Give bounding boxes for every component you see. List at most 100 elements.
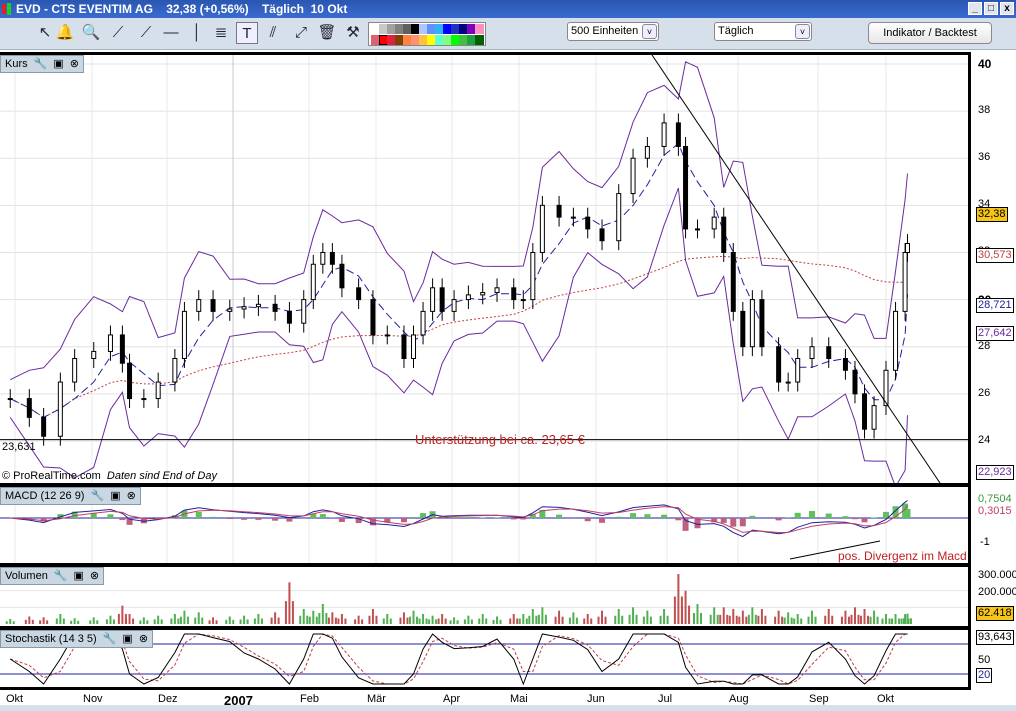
horizontal-line-icon[interactable]: — [160,22,182,44]
fibonacci-icon[interactable]: ≣ [210,22,232,44]
date-label-Mai: Mai [510,693,528,705]
indicator-backtest-button[interactable]: Indikator / Backtest [868,22,992,44]
candle [585,216,591,230]
macd-histogram-bar [255,518,262,520]
volume-bar [811,610,814,624]
macd-chart [0,487,968,563]
ma-mid-line [9,142,908,418]
window-icon[interactable]: ▣ [122,631,132,647]
volume-tick-200k: 200.000 [978,586,1016,598]
volume-bar [89,620,92,624]
candle [740,310,746,348]
volume-bar [696,604,699,624]
volume-bar [516,618,519,624]
line-icon[interactable]: ⟋ [107,22,129,44]
volume-panel[interactable]: Volumen 🔧 ▣ ⊗ [0,564,971,629]
macd-panel[interactable]: MACD (12 26 9) 🔧 ▣ ⊗ pos. Divergenz im Macd [0,484,971,566]
candle [227,308,233,312]
last-price-tag: 32,38 [976,207,1008,222]
volume-bar [9,619,12,624]
volume-panel-header: Volumen 🔧 ▣ ⊗ [0,567,105,585]
segment-icon[interactable]: ⤢ [290,22,312,44]
volume-bar [688,605,691,624]
volume-bar [492,619,495,624]
volume-bar [807,616,810,624]
volume-bar [867,615,870,624]
macd-histogram-bar [119,518,126,520]
ma-mid-tag: 28,721 [976,298,1014,313]
date-label-Mär: Mär [367,693,386,705]
channel-icon[interactable]: ⫽ [262,22,284,44]
volume-bar [699,613,702,624]
tools-icon[interactable]: ⚒ [342,22,364,44]
price-tick-36: 36 [978,151,991,164]
date-label-Sep: Sep [809,693,829,705]
color-palette[interactable] [368,22,486,46]
volume-bar [518,618,521,624]
volume-bar [402,612,405,624]
candle [644,145,650,159]
volume-bar [321,604,324,624]
wrench-icon[interactable]: 🔧 [103,631,117,647]
volume-bar [46,620,49,624]
volume-bar [435,619,438,624]
candle [107,334,113,352]
volume-bar [132,618,135,624]
vertical-line-icon[interactable]: │ [186,22,208,44]
volume-bar [449,620,452,624]
volume-bar [260,618,263,624]
ray-icon[interactable]: ⟋ [135,22,157,44]
volume-bar [735,615,738,624]
text-icon[interactable]: T [236,22,258,44]
color-swatch[interactable] [475,35,484,45]
zoom-icon[interactable]: 🔍 [80,22,102,44]
volume-bar [428,619,431,624]
volume-bar [327,617,330,624]
minimize-button[interactable]: _ [968,2,982,15]
volume-bar [371,609,374,624]
close-panel-icon[interactable]: ⊗ [139,631,148,647]
volume-bar [128,614,131,624]
window-icon[interactable]: ▣ [53,56,63,72]
volume-chart [0,574,968,624]
volume-bar [416,616,419,624]
band-tag: 27,642 [976,326,1014,341]
window-icon[interactable]: ▣ [110,488,120,504]
volume-bar [28,616,31,624]
candle [196,299,202,312]
volume-bar [888,618,891,624]
wrench-icon[interactable]: 🔧 [54,568,68,584]
stoch-tick-50: 50 [978,654,991,666]
macd-histogram-bar [400,518,407,523]
stochastic-panel[interactable]: Stochastik (14 3 5) 🔧 ▣ ⊗ [0,627,971,690]
volume-bar [659,615,662,624]
wrench-icon[interactable]: 🔧 [90,488,104,504]
cursor-icon[interactable]: ↖ [34,22,56,44]
window-icon[interactable]: ▣ [74,568,84,584]
macd-histogram-bar [584,518,591,522]
macd-histogram-bar [739,518,746,527]
close-panel-icon[interactable]: ⊗ [90,568,99,584]
units-select[interactable]: 500 Einheiten ˅ [567,22,659,41]
candle [675,122,681,147]
volume-bar [92,617,95,624]
close-panel-icon[interactable]: ⊗ [70,56,79,72]
alarm-bell-icon[interactable]: 🔔 [54,22,76,44]
macd-histogram-bar [319,514,326,518]
maximize-button[interactable]: □ [984,2,998,15]
trash-icon[interactable]: 🗑 [316,22,338,44]
volume-bar [824,615,827,624]
close-panel-icon[interactable]: ⊗ [127,488,136,504]
close-button[interactable]: x [1000,2,1014,15]
period-select[interactable]: Täglich ˅ [714,22,812,41]
volume-bar [614,615,617,624]
price-panel[interactable]: Kurs 🔧 ▣ ⊗ 23,631 Unterstützung bei ca. 23,… [0,52,971,486]
volume-bar [325,613,328,624]
wrench-icon[interactable]: 🔧 [34,56,48,72]
volume-bar [225,619,228,624]
candle [530,251,536,301]
color-swatch[interactable] [475,24,484,34]
volume-bar [340,614,343,624]
candle [301,299,307,324]
volume-bar [239,619,242,624]
